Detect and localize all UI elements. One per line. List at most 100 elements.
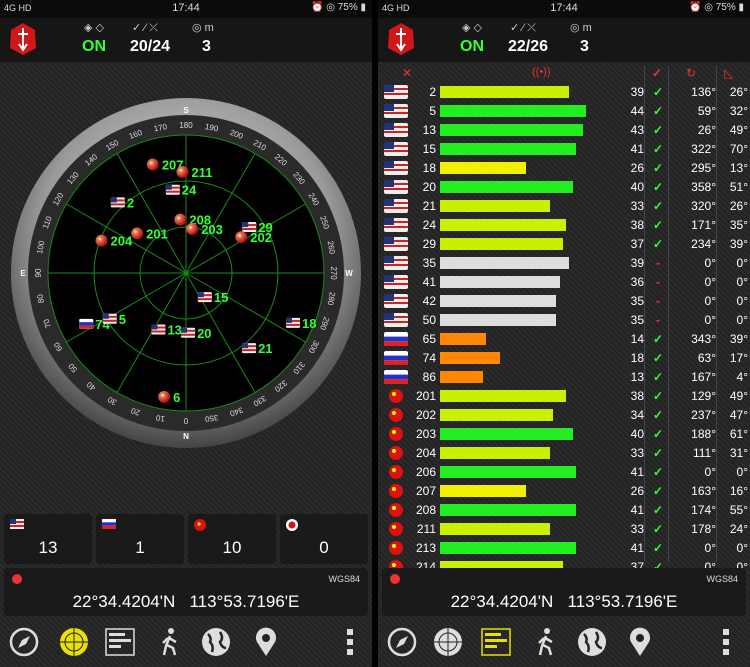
cardinal-e: E <box>20 269 26 278</box>
azimuth: 0° <box>704 313 716 327</box>
sky-view-panel: 4G HD 17:44 ⏰ ◎ 75% ▮ ◈ ◇ ✓ ⁄ ⤫ ◎ m ON 2… <box>0 0 372 667</box>
globe-icon[interactable] <box>200 626 232 658</box>
cn-flag-icon <box>389 408 403 422</box>
elevation: 0° <box>736 256 748 270</box>
snr-value: 40 <box>630 180 644 194</box>
us-flag-icon <box>384 180 408 194</box>
table-row[interactable]: 20 40 ✓ 358° 51° <box>382 179 748 195</box>
us-flag-icon <box>384 104 408 118</box>
us-flag-icon <box>384 161 408 175</box>
table-row[interactable]: 18 26 ✓ 295° 13° <box>382 160 748 176</box>
snr-bar <box>440 86 570 98</box>
other-sat-icon <box>286 519 298 531</box>
prn: 211 <box>416 522 436 536</box>
table-row[interactable]: 29 37 ✓ 234° 39° <box>382 236 748 252</box>
used-in-fix: ✓ <box>652 218 664 232</box>
table-row[interactable]: 204 33 ✓ 111° 31° <box>382 445 748 461</box>
satellite-label: 20 <box>197 326 211 341</box>
used-in-fix: ✓ <box>652 123 664 137</box>
table-row[interactable]: 202 34 ✓ 237° 47° <box>382 407 748 423</box>
satellite-marker[interactable]: 211 <box>176 165 212 180</box>
elevation: 49° <box>729 123 748 137</box>
table-row[interactable]: 41 36- 0° 0° <box>382 274 748 290</box>
table-row[interactable]: 21 33 ✓ 320° 26° <box>382 198 748 214</box>
table-row[interactable]: 65 14 ✓ 343° 39° <box>382 331 748 347</box>
used-in-fix: ✓ <box>652 180 664 194</box>
coordinates[interactable]: 22°34.4204'N 113°53.7196'E <box>382 592 746 612</box>
compass-tick-label: 90 <box>34 268 43 277</box>
satellite-label: 13 <box>167 323 181 338</box>
table-row[interactable]: 2 39 ✓ 136° 26° <box>382 84 748 100</box>
compass-icon[interactable] <box>386 626 418 658</box>
satellite-label: 204 <box>111 234 133 249</box>
table-row[interactable]: 206 41 ✓ 0° 0° <box>382 464 748 480</box>
table-row[interactable]: 5 44 ✓ 59° 32° <box>382 103 748 119</box>
used-in-fix: ✓ <box>652 503 664 517</box>
cardinal-w: W <box>345 269 353 278</box>
radar-icon[interactable] <box>432 626 464 658</box>
table-row[interactable]: 13 43 ✓ 26° 49° <box>382 122 748 138</box>
elevation: 61° <box>729 427 748 441</box>
us-flag-icon <box>10 519 24 529</box>
table-row[interactable]: 211 33 ✓ 178° 24° <box>382 521 748 537</box>
table-row[interactable]: 74 18 ✓ 63° 17° <box>382 350 748 366</box>
table-row[interactable]: 50 35- 0° 0° <box>382 312 748 328</box>
signal-bars-icon[interactable] <box>480 626 512 658</box>
walk-icon[interactable] <box>530 626 562 658</box>
table-row[interactable]: 15 41 ✓ 322° 70° <box>382 141 748 157</box>
map-pin-icon[interactable] <box>250 626 282 658</box>
table-row[interactable]: 35 39- 0° 0° <box>382 255 748 271</box>
table-row[interactable]: 207 26 ✓ 163° 16° <box>382 483 748 499</box>
azimuth: 111° <box>692 446 716 460</box>
more-icon[interactable] <box>334 626 366 658</box>
azimuth: 167° <box>691 370 716 384</box>
gps-status: ON <box>460 38 484 55</box>
compass-icon[interactable] <box>8 626 40 658</box>
signal-bars-icon[interactable] <box>104 626 136 658</box>
satellite-marker[interactable]: 201 <box>131 226 168 241</box>
azimuth: 26° <box>697 123 716 137</box>
snr-value: 44 <box>630 104 644 118</box>
azimuth: 63° <box>697 351 716 365</box>
satellite-marker[interactable]: 203 <box>186 222 223 237</box>
globe-icon[interactable] <box>576 626 608 658</box>
coordinates[interactable]: 22°34.4204'N 113°53.7196'E <box>4 592 368 612</box>
table-row[interactable]: 86 13 ✓ 167° 4° <box>382 369 748 385</box>
compass-tick-label: 270 <box>329 266 338 280</box>
satellite-marker[interactable]: 202 <box>235 230 272 245</box>
snr-value: 34 <box>630 408 644 422</box>
satellite-marker[interactable]: 204 <box>95 234 133 249</box>
table-row[interactable]: 208 41 ✓ 174° 55° <box>382 502 748 518</box>
azimuth: 178° <box>691 522 716 536</box>
cardinal-n: N <box>183 432 189 441</box>
app-logo-icon[interactable] <box>8 22 38 56</box>
satellite-label: 18 <box>302 316 316 331</box>
snr-value: 43 <box>630 123 644 137</box>
ru-flag-icon <box>384 332 408 346</box>
app-logo-icon[interactable] <box>386 22 416 56</box>
snr-bar <box>440 485 527 497</box>
azimuth: 188° <box>691 427 716 441</box>
ru-flag-icon <box>384 351 408 365</box>
us-flag-icon <box>384 294 408 308</box>
table-row[interactable]: 203 40 ✓ 188° 61° <box>382 426 748 442</box>
radar-icon[interactable] <box>58 626 90 658</box>
walk-icon[interactable] <box>154 626 186 658</box>
gps-icons: ◈ ◇ <box>84 22 104 34</box>
battery-indicator: ⏰ ◎ 75% ▮ <box>688 2 744 13</box>
cn-flag-icon <box>389 465 403 479</box>
table-row[interactable]: 24 38 ✓ 171° 35° <box>382 217 748 233</box>
table-row[interactable]: 42 35- 0° 0° <box>382 293 748 309</box>
snr-bar <box>440 542 577 554</box>
table-row[interactable]: 201 38 ✓ 129° 49° <box>382 388 748 404</box>
globe-icon <box>12 574 22 584</box>
used-in-fix: ✓ <box>652 427 664 441</box>
cardinal-s: S <box>183 106 189 115</box>
map-pin-icon[interactable] <box>624 626 656 658</box>
table-row[interactable]: 213 41 ✓ 0° 0° <box>382 540 748 556</box>
azimuth: 343° <box>691 332 716 346</box>
azimuth-icon: ↻ <box>686 66 697 80</box>
prn: 202 <box>415 408 436 422</box>
more-icon[interactable] <box>710 626 742 658</box>
snr-bar <box>440 333 487 345</box>
